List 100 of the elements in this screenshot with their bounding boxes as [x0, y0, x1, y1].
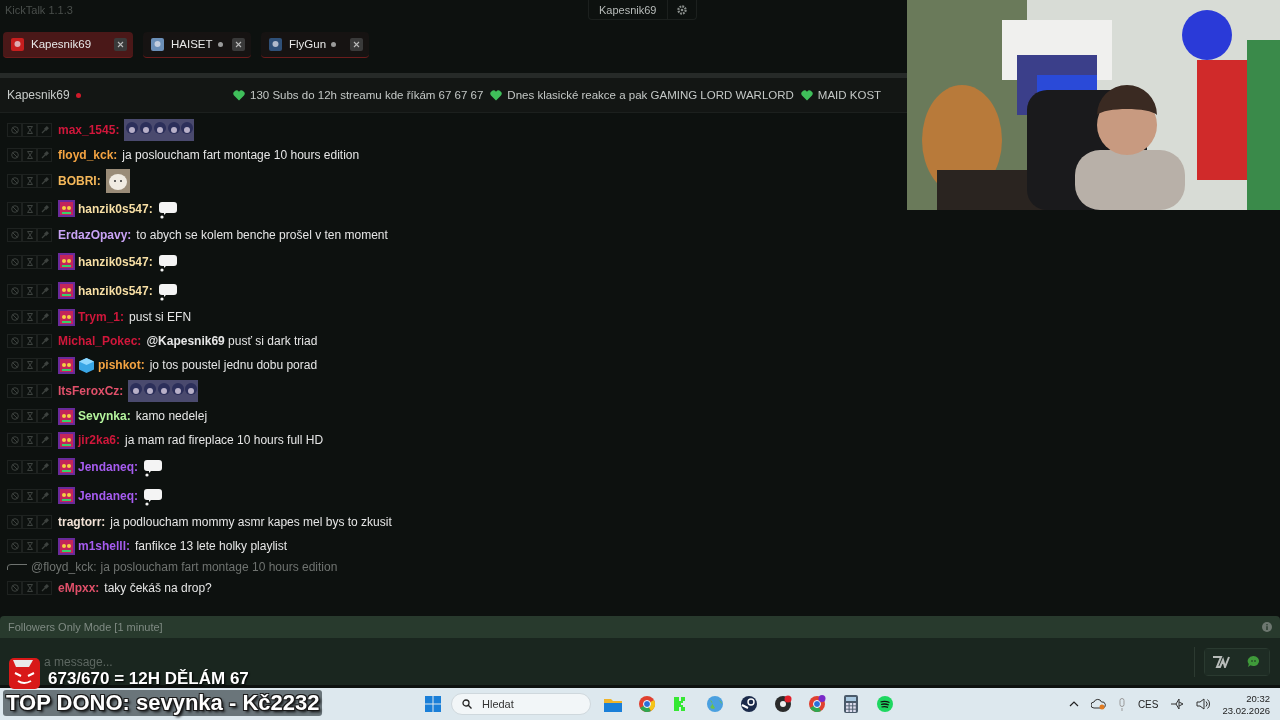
network-icon[interactable]	[1170, 698, 1185, 710]
timeout-button[interactable]	[22, 409, 37, 423]
ban-button[interactable]	[7, 228, 22, 242]
hammer-button[interactable]	[37, 254, 52, 269]
timeout-button[interactable]	[22, 310, 37, 324]
ban-button[interactable]	[7, 433, 22, 447]
search-icon	[462, 699, 472, 709]
microphone-icon[interactable]	[1117, 697, 1126, 711]
timeout-button[interactable]	[22, 459, 37, 474]
hammer-button[interactable]	[37, 515, 52, 529]
ban-icon	[10, 436, 19, 444]
emote-icon	[124, 118, 195, 141]
username: Michal_Pokec:	[58, 334, 142, 348]
hourglass-icon	[26, 151, 33, 159]
pinned-message: Dnes klasické reakce a pak GAMING LORD WARLORD	[507, 89, 794, 101]
hammer-button[interactable]	[37, 488, 52, 503]
ban-button[interactable]	[7, 515, 22, 529]
donation-overlay-text: TOP DONO: sevynka - Kč2232	[3, 690, 323, 716]
timeout-button[interactable]	[22, 173, 37, 188]
timeout-button[interactable]	[22, 383, 37, 398]
timeout-button[interactable]	[22, 433, 37, 447]
hammer-button[interactable]	[37, 358, 52, 372]
ban-icon	[10, 491, 19, 500]
hammer-button[interactable]	[37, 201, 52, 216]
hammer-button[interactable]	[37, 539, 52, 553]
ban-icon	[10, 361, 19, 369]
search-field[interactable]: Hledat	[451, 693, 591, 715]
ban-icon	[10, 518, 19, 526]
avatar-icon	[11, 37, 24, 51]
hammer-icon	[40, 518, 49, 526]
hammer-icon	[40, 257, 49, 266]
hammer-button[interactable]	[37, 433, 52, 447]
hammer-button[interactable]	[37, 228, 52, 242]
timeout-button[interactable]	[22, 358, 37, 372]
hourglass-icon	[26, 518, 33, 526]
windows-icon[interactable]	[425, 696, 441, 712]
emoji-button[interactable]	[1237, 648, 1269, 675]
timeout-button[interactable]	[22, 334, 37, 348]
badge-icon	[58, 487, 75, 504]
timeout-button[interactable]	[22, 488, 37, 503]
search-input[interactable]: Hledat	[480, 697, 574, 711]
avatar-icon	[151, 37, 164, 51]
hourglass-icon	[26, 176, 33, 185]
ban-button[interactable]	[7, 201, 22, 216]
channel-button[interactable]: Kapesnik69	[589, 0, 668, 19]
hourglass-icon	[26, 286, 33, 295]
close-button[interactable]	[350, 37, 363, 51]
chevron-up-icon[interactable]	[1068, 701, 1079, 707]
message-text: @Kapesnik69 pusť si dark triad	[146, 334, 318, 348]
close-icon	[353, 40, 360, 48]
language-indicator[interactable]: CES	[1137, 698, 1159, 710]
ban-button[interactable]	[7, 539, 22, 553]
ban-button[interactable]	[7, 488, 22, 503]
hammer-button[interactable]	[37, 122, 52, 137]
clock[interactable]: 20:32 23.02.2026	[1222, 692, 1270, 716]
hammer-button[interactable]	[37, 459, 52, 474]
ban-button[interactable]	[7, 122, 22, 137]
channel-tab[interactable]: FlyGun	[261, 31, 369, 58]
emote-menu-button[interactable]	[1205, 648, 1237, 675]
cube-icon	[78, 356, 95, 374]
ban-button[interactable]	[7, 383, 22, 398]
hammer-button[interactable]	[37, 173, 52, 188]
browser-icon	[808, 695, 826, 713]
channel-tab[interactable]: HAISET	[143, 31, 251, 58]
ban-button[interactable]	[7, 254, 22, 269]
channel-tab[interactable]: Kapesnik69	[3, 31, 133, 58]
hammer-button[interactable]	[37, 334, 52, 348]
timeout-button[interactable]	[22, 515, 37, 529]
app-title: KickTalk 1.1.3	[5, 4, 73, 16]
ban-button[interactable]	[7, 283, 22, 298]
timeout-button[interactable]	[22, 122, 37, 137]
close-button[interactable]	[114, 37, 127, 51]
ban-button[interactable]	[7, 409, 22, 423]
hammer-button[interactable]	[37, 409, 52, 423]
ban-button[interactable]	[7, 581, 22, 595]
timeout-button[interactable]	[22, 283, 37, 298]
cloud-icon[interactable]	[1090, 698, 1106, 710]
ban-button[interactable]	[7, 459, 22, 474]
ban-button[interactable]	[7, 334, 22, 348]
hammer-button[interactable]	[37, 581, 52, 595]
hammer-button[interactable]	[37, 310, 52, 324]
timeout-button[interactable]	[22, 148, 37, 162]
message-text: kamo nedelej	[135, 409, 208, 423]
hammer-button[interactable]	[37, 148, 52, 162]
hammer-button[interactable]	[37, 383, 52, 398]
message-input[interactable]: a message...	[0, 656, 1194, 669]
timeout-button[interactable]	[22, 201, 37, 216]
timeout-button[interactable]	[22, 539, 37, 553]
ban-button[interactable]	[7, 173, 22, 188]
close-button[interactable]	[232, 37, 245, 51]
timeout-button[interactable]	[22, 228, 37, 242]
ban-button[interactable]	[7, 148, 22, 162]
hammer-button[interactable]	[37, 283, 52, 298]
ban-button[interactable]	[7, 310, 22, 324]
timeout-button[interactable]	[22, 581, 37, 595]
ban-button[interactable]	[7, 358, 22, 372]
chat-mode-notice: Followers Only Mode [1 minute]	[8, 621, 163, 633]
record-icon	[774, 695, 792, 713]
volume-icon[interactable]	[1196, 698, 1211, 710]
timeout-button[interactable]	[22, 254, 37, 269]
